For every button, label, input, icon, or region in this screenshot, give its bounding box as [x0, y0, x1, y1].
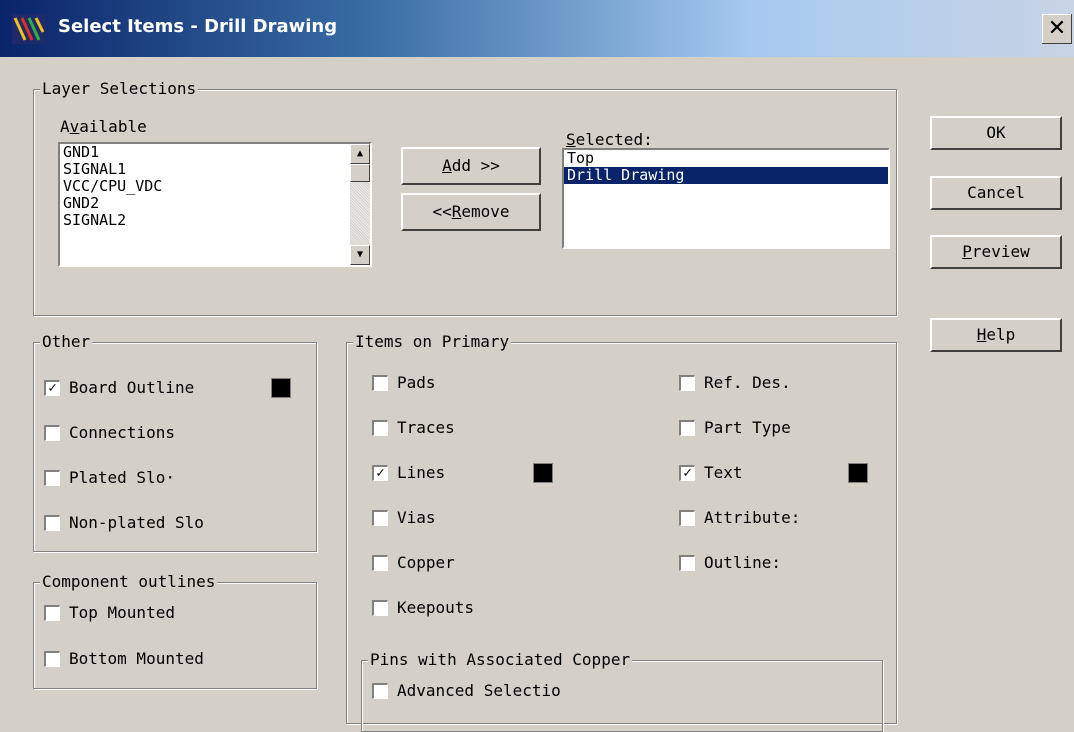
attribute-label: Attribute:: [704, 508, 801, 527]
connections-checkbox[interactable]: [44, 425, 60, 441]
preview-button[interactable]: Preview: [930, 235, 1062, 269]
available-label: Available: [60, 117, 147, 136]
list-item[interactable]: SIGNAL2: [60, 212, 370, 229]
component-outlines-group: Component outlines: [33, 572, 317, 689]
list-item[interactable]: SIGNAL1: [60, 161, 370, 178]
traces-checkbox[interactable]: [372, 420, 388, 436]
part-type-checkbox[interactable]: [679, 420, 695, 436]
pads-checkbox[interactable]: [372, 375, 388, 391]
ok-button[interactable]: OK: [930, 116, 1062, 150]
vias-checkbox[interactable]: [372, 510, 388, 526]
selected-label: Selected:: [566, 130, 653, 149]
available-listbox[interactable]: GND1 SIGNAL1 VCC/CPU_VDC GND2 SIGNAL2 ▲ ▼: [58, 142, 372, 267]
list-item[interactable]: Drill Drawing: [564, 167, 888, 184]
board-outline-label: Board Outline: [69, 378, 195, 397]
text-label: Text: [704, 463, 743, 482]
keepouts-checkbox[interactable]: [372, 600, 388, 616]
lines-label: Lines: [397, 463, 446, 482]
board-outline-checkbox[interactable]: ✓: [44, 380, 60, 396]
scroll-thumb[interactable]: [350, 164, 370, 182]
remove-button[interactable]: <<Remove: [401, 193, 541, 231]
scroll-up-icon[interactable]: ▲: [350, 144, 370, 164]
scroll-down-icon[interactable]: ▼: [350, 245, 370, 265]
list-item[interactable]: GND1: [60, 144, 370, 161]
pins-with-associated-copper-legend: Pins with Associated Copper: [368, 650, 633, 670]
text-color-swatch[interactable]: [848, 463, 868, 483]
keepouts-label: Keepouts: [397, 598, 475, 617]
list-item[interactable]: VCC/CPU_VDC: [60, 178, 370, 195]
layer-selections-legend: Layer Selections: [40, 79, 199, 99]
cancel-button[interactable]: Cancel: [930, 176, 1062, 210]
part-type-label: Part Type: [704, 418, 791, 437]
lines-color-swatch[interactable]: [533, 463, 553, 483]
outline-checkbox[interactable]: [679, 555, 695, 571]
non-plated-slo-checkbox[interactable]: [44, 515, 60, 531]
bottom-mounted-label: Bottom Mounted: [69, 649, 204, 668]
add-button[interactable]: Add >>: [401, 147, 541, 185]
lines-checkbox[interactable]: ✓: [372, 465, 388, 481]
ref-des-label: Ref. Des.: [704, 373, 791, 392]
traces-label: Traces: [397, 418, 455, 437]
check-icon: ✓: [683, 465, 692, 481]
component-outlines-legend: Component outlines: [40, 572, 218, 592]
non-plated-slo-label: Non-plated Slo: [69, 513, 204, 532]
check-icon: ✓: [48, 380, 57, 396]
title-bar[interactable]: Select Items - Drill Drawing ✕: [0, 0, 1074, 57]
plated-slo-label: Plated Slo·: [69, 468, 175, 487]
board-outline-color-swatch[interactable]: [271, 378, 291, 398]
close-button[interactable]: ✕: [1042, 14, 1072, 44]
close-icon: ✕: [1047, 16, 1067, 41]
attribute-checkbox[interactable]: [679, 510, 695, 526]
copper-checkbox[interactable]: [372, 555, 388, 571]
outline-label: Outline:: [704, 553, 782, 572]
top-mounted-checkbox[interactable]: [44, 605, 60, 621]
plated-slo-checkbox[interactable]: [44, 470, 60, 486]
advanced-selectio-label: Advanced Selectio: [397, 681, 561, 700]
connections-label: Connections: [69, 423, 175, 442]
available-scrollbar[interactable]: ▲ ▼: [350, 144, 370, 265]
help-button[interactable]: Help: [930, 318, 1062, 352]
advanced-selectio-checkbox[interactable]: [372, 683, 388, 699]
other-legend: Other: [40, 332, 93, 352]
list-item[interactable]: GND2: [60, 195, 370, 212]
top-mounted-label: Top Mounted: [69, 603, 175, 622]
copper-label: Copper: [397, 553, 455, 572]
text-checkbox[interactable]: ✓: [679, 465, 695, 481]
items-on-primary-legend: Items on Primary: [353, 332, 512, 352]
vias-label: Vias: [397, 508, 436, 527]
pads-label: Pads: [397, 373, 436, 392]
list-item[interactable]: Top: [564, 150, 888, 167]
bottom-mounted-checkbox[interactable]: [44, 651, 60, 667]
check-icon: ✓: [376, 465, 385, 481]
selected-listbox[interactable]: Top Drill Drawing: [562, 148, 890, 249]
window-title: Select Items - Drill Drawing: [58, 16, 338, 37]
app-icon: [12, 14, 46, 44]
ref-des-checkbox[interactable]: [679, 375, 695, 391]
